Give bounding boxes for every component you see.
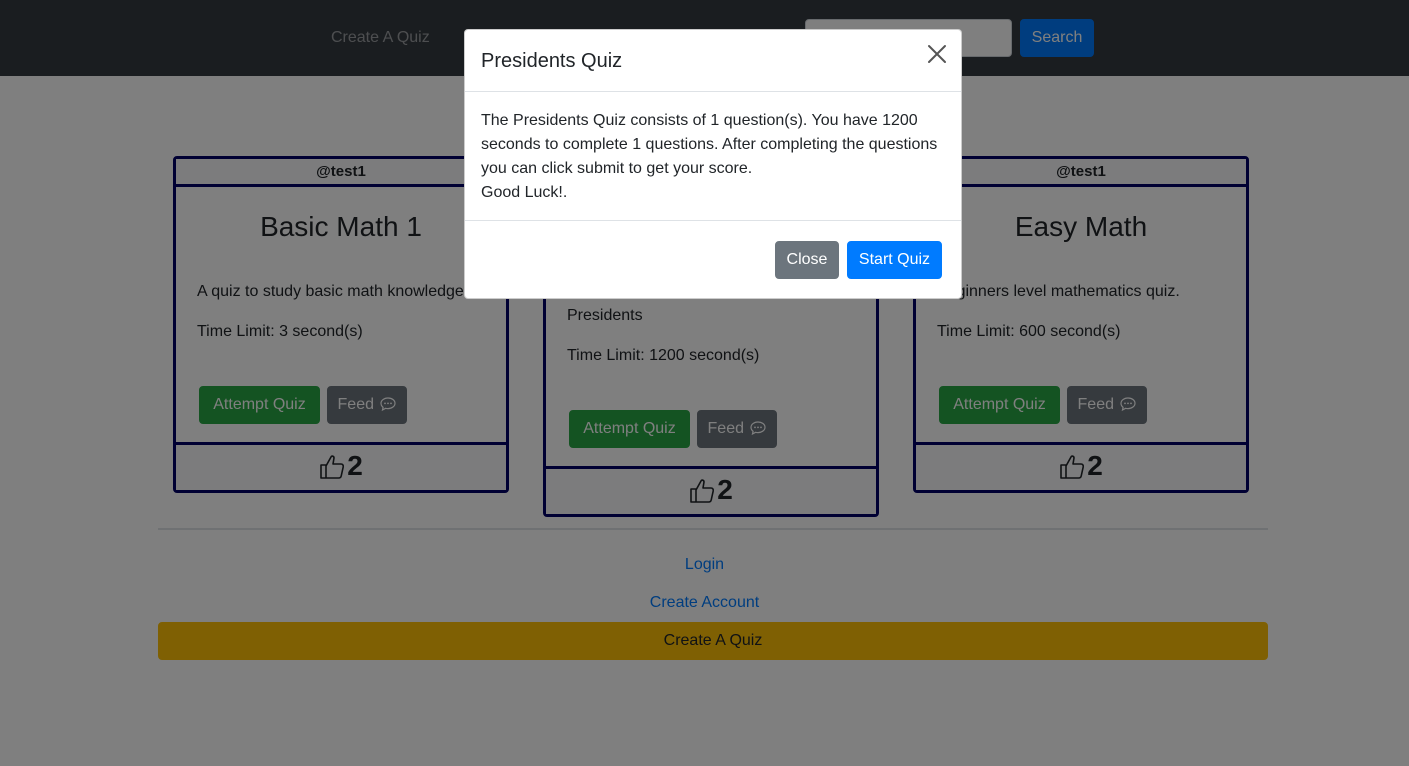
modal-close-button[interactable] — [925, 42, 949, 66]
modal-title: Presidents Quiz — [481, 50, 623, 72]
modal-header: Presidents Quiz — [465, 30, 961, 92]
modal-description: The Presidents Quiz consists of 1 questi… — [481, 112, 938, 177]
modal-good-luck: Good Luck!. — [481, 184, 568, 201]
close-icon — [928, 45, 946, 63]
modal-footer: Close Start Quiz — [465, 220, 961, 299]
quiz-modal: Presidents Quiz The Presidents Quiz cons… — [464, 29, 962, 299]
modal-body: The Presidents Quiz consists of 1 questi… — [481, 109, 945, 205]
close-button[interactable]: Close — [775, 241, 839, 279]
start-quiz-button[interactable]: Start Quiz — [847, 241, 942, 279]
